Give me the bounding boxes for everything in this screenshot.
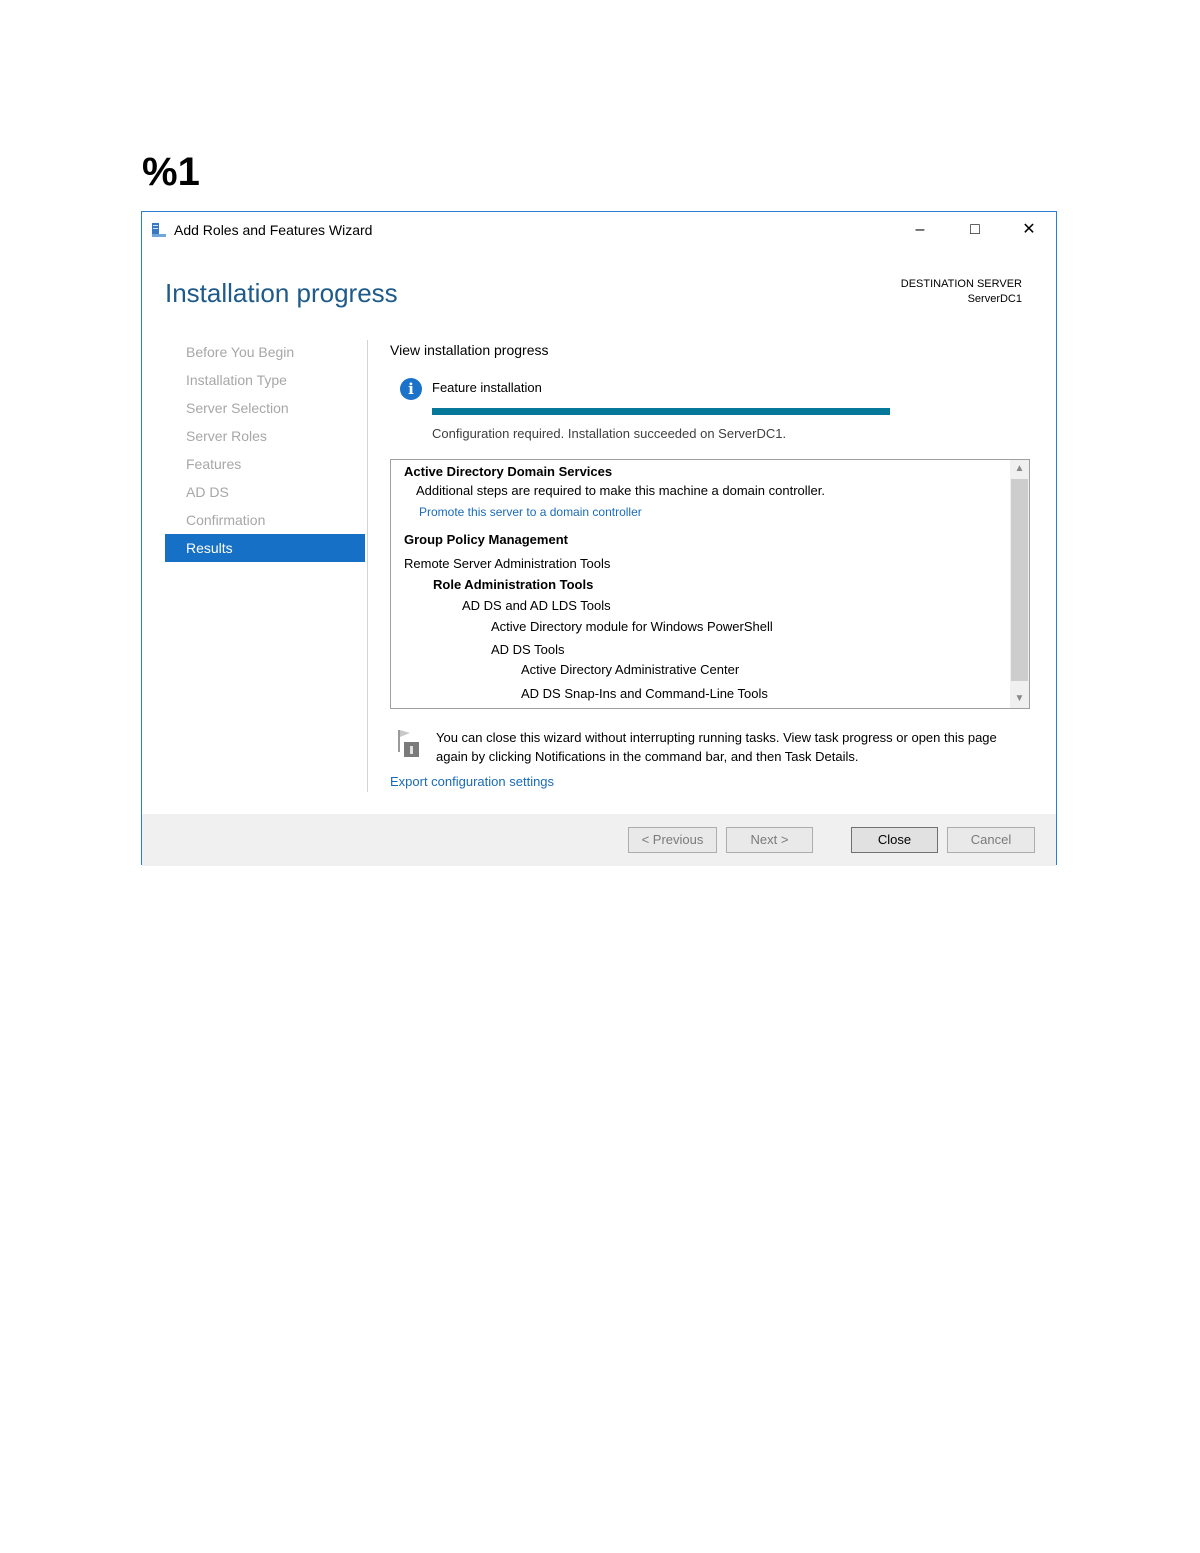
scrollbar-thumb[interactable] — [1011, 479, 1028, 681]
nav-item-ad-ds[interactable]: AD DS — [165, 478, 365, 506]
result-item: Additional steps are required to make th… — [416, 483, 825, 498]
nav-divider — [367, 340, 368, 792]
export-configuration-link[interactable]: Export configuration settings — [390, 774, 554, 789]
feature-installation-label: Feature installation — [432, 380, 542, 395]
previous-button[interactable]: < Previous — [628, 827, 717, 853]
button-bar: < Previous Next > Close Cancel — [142, 814, 1056, 866]
server-manager-icon — [152, 223, 166, 237]
destination-server: ServerDC1 — [967, 293, 1022, 305]
window-title: Add Roles and Features Wizard — [174, 222, 373, 238]
nav-item-installation-type[interactable]: Installation Type — [165, 366, 365, 394]
wizard-nav: Before You Begin Installation Type Server … — [165, 338, 365, 562]
result-item: AD DS Snap-Ins and Command-Line Tools — [521, 686, 768, 701]
status-message: Configuration required. Installation suc… — [432, 426, 787, 441]
maximize-button[interactable]: □ — [953, 216, 997, 244]
next-button[interactable]: Next > — [726, 827, 813, 853]
sub-heading: View installation progress — [390, 342, 549, 358]
nav-item-server-roles[interactable]: Server Roles — [165, 422, 365, 450]
results-list[interactable]: Active Directory Domain Services Addition… — [390, 459, 1030, 709]
notification-flag-icon — [398, 730, 419, 757]
result-item: Role Administration Tools — [433, 577, 594, 592]
result-item: Active Directory module for Windows Powe… — [491, 619, 773, 634]
page-title: Installation progress — [165, 278, 398, 308]
destination-label: DESTINATION SERVER — [900, 278, 1022, 290]
result-item: AD DS Tools — [491, 642, 565, 657]
results-scrollbar[interactable]: ▲ ▼ — [1010, 460, 1029, 708]
scroll-up-arrow-icon[interactable]: ▲ — [1010, 460, 1029, 478]
result-item: Active Directory Domain Services — [404, 464, 613, 479]
note-text: You can close this wizard without interr… — [436, 730, 997, 764]
result-item: Active Directory Administrative Center — [521, 662, 740, 677]
info-icon: i — [400, 378, 422, 400]
progress-bar-fill — [432, 408, 890, 415]
result-item: Group Policy Management — [404, 532, 568, 547]
title-bar[interactable]: Add Roles and Features Wizard – □ ✕ — [142, 212, 1056, 248]
promote-server-link[interactable]: Promote this server to a domain controll… — [419, 505, 642, 519]
nav-item-confirmation[interactable]: Confirmation — [165, 506, 365, 534]
cancel-button[interactable]: Cancel — [947, 827, 1035, 853]
result-item: Remote Server Administration Tools — [404, 556, 611, 571]
nav-item-results[interactable]: Results — [165, 534, 365, 562]
close-button[interactable]: Close — [851, 827, 938, 853]
close-window-button[interactable]: ✕ — [1007, 216, 1051, 244]
scroll-down-arrow-icon[interactable]: ▼ — [1010, 690, 1029, 708]
nav-item-before-you-begin[interactable]: Before You Begin — [165, 338, 365, 366]
document-heading: %1 — [142, 150, 200, 194]
progress-bar — [432, 408, 890, 415]
wizard-body: Installation progress DESTINATION SERVER… — [142, 248, 1056, 814]
nav-item-server-selection[interactable]: Server Selection — [165, 394, 365, 422]
wizard-window: Add Roles and Features Wizard – □ ✕ Inst… — [141, 211, 1057, 866]
result-item: AD DS and AD LDS Tools — [462, 598, 611, 613]
nav-item-features[interactable]: Features — [165, 450, 365, 478]
minimize-button[interactable]: – — [898, 216, 942, 244]
